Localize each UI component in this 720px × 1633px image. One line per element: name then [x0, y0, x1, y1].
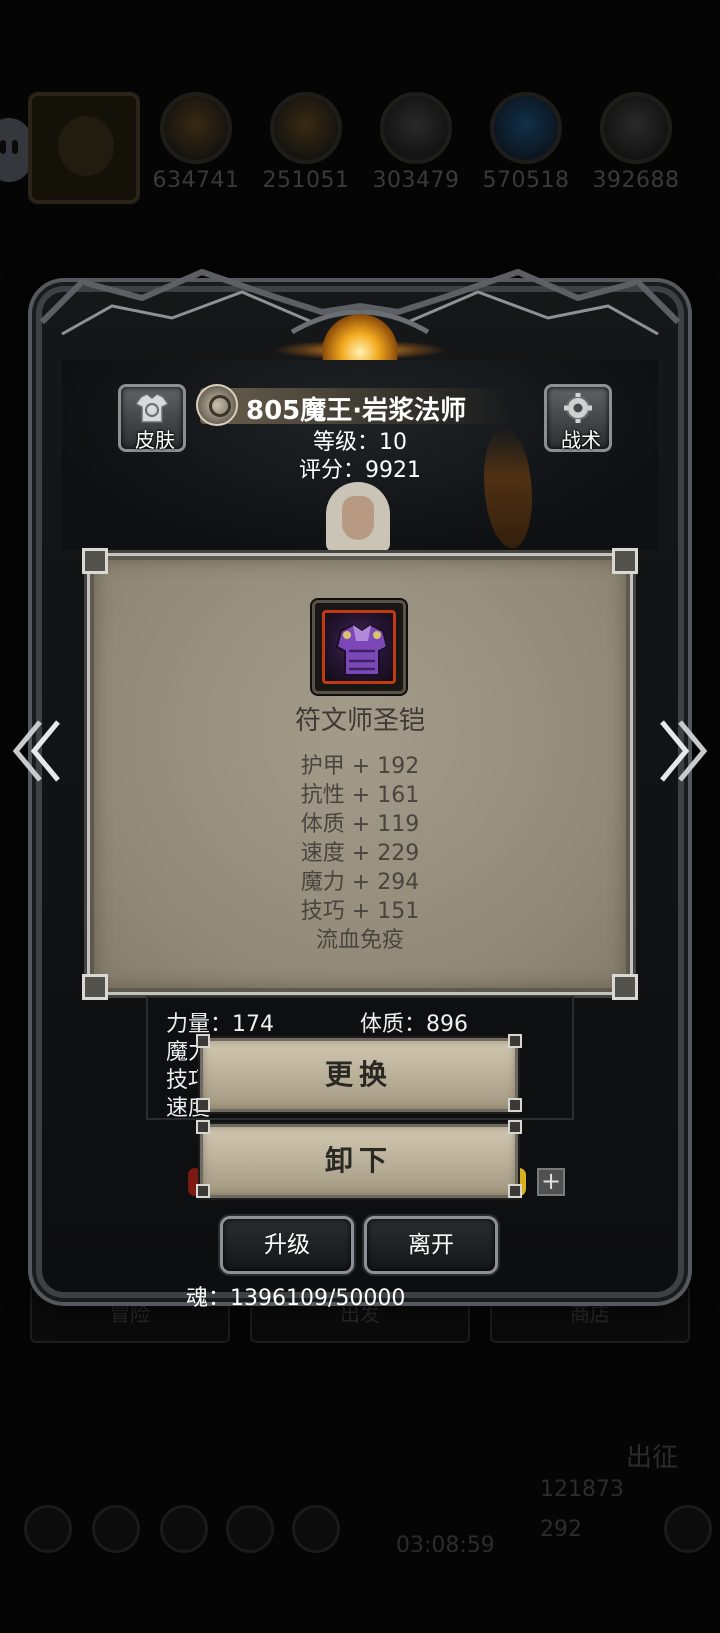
item-stat: 速度 + 229	[300, 841, 420, 866]
shirt-swap-icon	[135, 393, 169, 423]
resource-value: 392688	[592, 168, 680, 193]
upgrade-button-label: 升级	[264, 1232, 310, 1258]
replace-button-label: 更换	[324, 1058, 393, 1091]
iron-icon	[600, 92, 672, 164]
tactics-button[interactable]: 战术	[544, 384, 612, 452]
bg-menu-icon	[24, 1505, 72, 1553]
unequip-button[interactable]: 卸下	[200, 1124, 518, 1198]
button-corner	[196, 1034, 210, 1048]
skin-button[interactable]: 皮肤	[118, 384, 186, 452]
gear-icon	[564, 393, 592, 423]
medal-icon	[196, 384, 238, 426]
bg-menu-icon	[292, 1505, 340, 1553]
unequip-button-label: 卸下	[324, 1144, 393, 1177]
replace-button[interactable]: 更换	[200, 1038, 518, 1112]
resource-bar: 634741 251051 303479 570518 392688	[0, 88, 720, 208]
button-corner	[196, 1098, 210, 1112]
leave-button-label: 离开	[408, 1232, 454, 1258]
tactics-button-label: 战术	[561, 428, 601, 452]
resource-item-wood: 251051	[256, 92, 356, 193]
upgrade-button[interactable]: 升级	[220, 1216, 354, 1274]
stone-icon	[380, 92, 452, 164]
resource-item-crystal: 570518	[476, 92, 576, 193]
add-resource-button[interactable]: +	[537, 1168, 565, 1196]
bg-menu-icon	[226, 1505, 274, 1553]
hero-portrait	[326, 482, 390, 552]
item-stat: 抗性 + 161	[300, 783, 420, 808]
previous-arrow-icon[interactable]	[10, 716, 62, 786]
resource-value: 634741	[152, 168, 240, 193]
bg-plus-icon	[664, 1505, 712, 1553]
wood-icon	[270, 92, 342, 164]
item-stats-list: 护甲 + 192 抗性 + 161 体质 + 119 速度 + 229 魔力 +…	[230, 752, 490, 955]
panel-corner	[82, 974, 108, 1000]
hero-name: 805魔王·岩浆法师	[246, 396, 467, 426]
resource-item-stone: 303479	[366, 92, 466, 193]
panel-corner	[82, 548, 108, 574]
skin-button-label: 皮肤	[135, 428, 175, 452]
bg-menu-icon	[92, 1505, 140, 1553]
resource-value: 251051	[262, 168, 350, 193]
resource-item-copper: 634741	[146, 92, 246, 193]
button-corner	[508, 1034, 522, 1048]
background-bottom-bar: 出征 121873 292 03:08:59	[0, 1395, 720, 1558]
leave-button[interactable]: 离开	[364, 1216, 498, 1274]
item-slot	[312, 600, 406, 694]
item-stat: 体质 + 119	[300, 812, 420, 837]
resource-value: 570518	[482, 168, 570, 193]
bg-march-label: 出征	[626, 1443, 679, 1473]
resource-item-iron: 392688	[586, 92, 686, 193]
bg-gem-value: 292	[540, 1517, 582, 1542]
item-stat: 流血免疫	[315, 928, 404, 953]
attr-constitution: 体质：896	[360, 1012, 468, 1037]
bg-timer: 03:08:59	[396, 1533, 495, 1558]
next-arrow-icon[interactable]	[658, 716, 710, 786]
player-avatar	[28, 92, 140, 204]
soul-counter: 魂：1396109/50000	[186, 1286, 406, 1311]
panel-corner	[612, 548, 638, 574]
button-corner	[508, 1098, 522, 1112]
button-corner	[196, 1120, 210, 1134]
resource-value: 303479	[372, 168, 460, 193]
crystal-icon	[490, 92, 562, 164]
purple-armor-icon	[335, 623, 389, 676]
button-corner	[508, 1184, 522, 1198]
button-corner	[508, 1120, 522, 1134]
bg-gold-value: 121873	[540, 1477, 624, 1502]
button-corner	[196, 1184, 210, 1198]
bg-menu-icon	[160, 1505, 208, 1553]
item-stat: 技巧 + 151	[300, 899, 420, 924]
item-stat: 魔力 + 294	[300, 870, 420, 895]
copper-ore-icon	[160, 92, 232, 164]
item-stat: 护甲 + 192	[300, 754, 420, 779]
hero-score: 评分：9921	[299, 458, 421, 483]
item-name: 符文师圣铠	[294, 706, 425, 736]
panel-corner	[612, 974, 638, 1000]
